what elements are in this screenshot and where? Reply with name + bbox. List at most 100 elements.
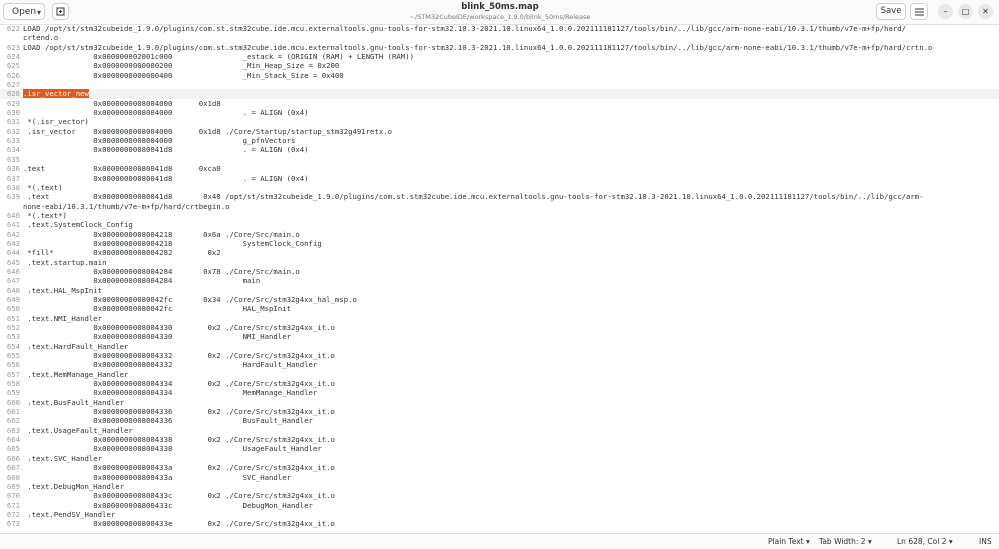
code-line[interactable]: 629 0x0000000008004000 0x1d8 bbox=[0, 99, 999, 108]
code-line[interactable]: 662 0x0000000008004336 BusFault_Handler bbox=[0, 416, 999, 425]
line-number: 659 bbox=[6, 388, 20, 398]
insert-mode[interactable]: INS bbox=[979, 536, 992, 547]
line-text: 0x0000000008004284 0x78 ./Core/Src/main.… bbox=[23, 266, 300, 276]
line-text: 0x0000000008004218 SystemClock_Config bbox=[23, 238, 322, 248]
code-line[interactable]: 664 0x0000000008004338 0x2 ./Core/Src/st… bbox=[0, 435, 999, 444]
line-number: 636 bbox=[6, 164, 20, 174]
code-line[interactable]: 622 LOAD /opt/st/stm32cubeide_1.9.0/plugi… bbox=[0, 24, 999, 33]
line-number: 658 bbox=[6, 379, 20, 389]
code-line[interactable]: 642 0x0000000008004218 0x6a ./Core/Src/m… bbox=[0, 230, 999, 239]
code-line[interactable]: 623 LOAD /opt/st/stm32cubeide_1.9.0/plugi… bbox=[0, 43, 999, 52]
code-line[interactable]: 630 0x0000000008004000 . = ALIGN (0x4) bbox=[0, 108, 999, 117]
code-line[interactable]: crtend.o bbox=[0, 33, 999, 42]
maximize-button[interactable]: □ bbox=[958, 4, 973, 19]
code-line[interactable]: 671 0x000000000800433c DebugMon_Handler bbox=[0, 501, 999, 510]
close-button[interactable]: ✕ bbox=[978, 4, 993, 19]
line-number: 630 bbox=[6, 108, 20, 118]
code-line[interactable]: 665 0x0000000008004338 UsageFault_Handle… bbox=[0, 444, 999, 453]
code-line[interactable]: 656 0x0000000008004332 HardFault_Handler bbox=[0, 360, 999, 369]
line-text: .text.SVC_Handler bbox=[23, 453, 103, 463]
line-number: 653 bbox=[6, 332, 20, 342]
line-number: 643 bbox=[6, 238, 20, 248]
line-number: 672 bbox=[6, 509, 20, 519]
language-selector[interactable]: Plain Text ▾ bbox=[768, 536, 810, 547]
line-text: 0x000000000800433e 0x2 ./Core/Src/stm32g… bbox=[23, 519, 335, 529]
code-line[interactable]: 663 .text.UsageFault_Handler bbox=[0, 426, 999, 435]
code-line[interactable]: 653 0x0000000008004330 NMI_Handler bbox=[0, 332, 999, 341]
code-line[interactable]: 628 .isr_vector_new bbox=[0, 89, 999, 99]
line-text: 0x0000000008004330 NMI_Handler bbox=[23, 332, 291, 342]
line-number: 637 bbox=[6, 173, 20, 183]
code-line[interactable]: 641 .text.SystemClock_Config bbox=[0, 220, 999, 229]
line-text: .text.MemManage_Handler bbox=[23, 369, 129, 379]
minimize-button[interactable]: – bbox=[938, 4, 953, 19]
line-text: 0x0000000008004000 0x1d8 bbox=[23, 98, 221, 108]
code-line[interactable]: none-eabi/10.3.1/thumb/v7e-m+fp/hard/crt… bbox=[0, 202, 999, 211]
code-line[interactable]: 636 .text 0x00000000080041d8 0xca0 bbox=[0, 164, 999, 173]
code-line[interactable]: 635 bbox=[0, 155, 999, 164]
line-text: .text.HardFault_Handler bbox=[23, 341, 129, 351]
line-number: 652 bbox=[6, 323, 20, 332]
status-bar: Plain Text ▾ Tab Width: 2 ▾ Ln 628, Col … bbox=[0, 533, 999, 549]
code-line[interactable]: 672 .text.PendSV_Handler bbox=[0, 510, 999, 519]
code-line[interactable]: 655 0x0000000008004332 0x2 ./Core/Src/st… bbox=[0, 351, 999, 360]
code-line[interactable]: 646 0x0000000008004284 0x78 ./Core/Src/m… bbox=[0, 267, 999, 276]
line-text: *(.text*) bbox=[23, 210, 67, 220]
selected-text[interactable]: .isr_vector_new bbox=[23, 89, 89, 99]
code-line[interactable]: 667 0x000000000800433a 0x2 ./Core/Src/st… bbox=[0, 463, 999, 472]
new-tab-button[interactable] bbox=[52, 3, 69, 20]
code-line[interactable]: 638 *(.text) bbox=[0, 183, 999, 192]
code-line[interactable]: 661 0x0000000008004336 0x2 ./Core/Src/st… bbox=[0, 407, 999, 416]
code-line[interactable]: 660 .text.BusFault_Handler bbox=[0, 398, 999, 407]
code-line[interactable]: 650 0x00000000080042fc HAL_MspInit bbox=[0, 304, 999, 313]
code-line[interactable]: 644 *fill* 0x0000000008004282 0x2 bbox=[0, 248, 999, 257]
code-line[interactable]: 634 0x00000000080041d8 . = ALIGN (0x4) bbox=[0, 145, 999, 154]
line-number: 640 bbox=[6, 210, 20, 220]
code-line[interactable]: 668 0x000000000800433a SVC_Handler bbox=[0, 473, 999, 482]
code-line[interactable]: 658 0x0000000008004334 0x2 ./Core/Src/st… bbox=[0, 379, 999, 388]
window-title: blink_50ms.map ~/STM32CubeIDE/workspace_… bbox=[300, 2, 700, 22]
code-line[interactable]: 647 0x0000000008004284 main bbox=[0, 276, 999, 285]
save-button[interactable]: Save bbox=[876, 3, 906, 20]
line-text: 0x0000000008004338 0x2 ./Core/Src/stm32g… bbox=[23, 435, 335, 445]
code-line[interactable]: 651 .text.NMI_Handler bbox=[0, 314, 999, 323]
code-line[interactable]: 626 0x0000000000000400 _Min_Stack_Size =… bbox=[0, 71, 999, 80]
text-editor[interactable]: 622 LOAD /opt/st/stm32cubeide_1.9.0/plugi… bbox=[0, 24, 999, 533]
code-line[interactable]: 673 0x000000000800433e 0x2 ./Core/Src/st… bbox=[0, 519, 999, 528]
code-line[interactable]: 670 0x000000000800433c 0x2 ./Core/Src/st… bbox=[0, 491, 999, 500]
new-tab-icon bbox=[56, 7, 65, 16]
cursor-position-label: Ln 628, Col 2 bbox=[897, 537, 947, 546]
code-line[interactable]: 639 .text 0x00000000080041d8 0x40 /opt/s… bbox=[0, 192, 999, 201]
code-line[interactable]: 624 0x000000002001c000 _estack = (ORIGIN… bbox=[0, 52, 999, 61]
code-line[interactable]: 659 0x0000000008004334 MemManage_Handler bbox=[0, 388, 999, 397]
line-number: 648 bbox=[6, 285, 20, 295]
code-line[interactable]: 649 0x00000000080042fc 0x34 ./Core/Src/s… bbox=[0, 295, 999, 304]
code-line[interactable]: 657 .text.MemManage_Handler bbox=[0, 370, 999, 379]
code-line[interactable]: 632 .isr_vector 0x0000000008004000 0x1d8… bbox=[0, 127, 999, 136]
code-line[interactable]: 666 .text.SVC_Handler bbox=[0, 454, 999, 463]
code-line[interactable]: 633 0x0000000008004000 g_pfnVectors bbox=[0, 136, 999, 145]
code-line[interactable]: 648 .text.HAL_MspInit bbox=[0, 286, 999, 295]
line-number: 651 bbox=[6, 313, 20, 323]
code-line[interactable]: 640 *(.text*) bbox=[0, 211, 999, 220]
code-line[interactable]: 631 *(.isr_vector) bbox=[0, 117, 999, 126]
code-line[interactable]: 643 0x0000000008004218 SystemClock_Confi… bbox=[0, 239, 999, 248]
minimize-icon: – bbox=[943, 7, 948, 16]
main-menu-button[interactable] bbox=[910, 3, 928, 20]
line-text: 0x0000000008004334 MemManage_Handler bbox=[23, 388, 318, 398]
tab-width-selector[interactable]: Tab Width: 2 ▾ bbox=[819, 536, 872, 547]
line-text: .text 0x00000000080041d8 0x40 /opt/st/st… bbox=[23, 192, 924, 202]
line-number: 647 bbox=[6, 276, 20, 286]
code-line[interactable]: 625 0x0000000000000200 _Min_Heap_Size = … bbox=[0, 61, 999, 70]
code-line[interactable]: 654 .text.HardFault_Handler bbox=[0, 342, 999, 351]
code-line[interactable]: 627 bbox=[0, 80, 999, 89]
code-line[interactable]: 645 .text.startup.main bbox=[0, 258, 999, 267]
line-text: 0x0000000008004332 HardFault_Handler bbox=[23, 360, 318, 370]
code-line[interactable]: 669 .text.DebugMon_Handler bbox=[0, 482, 999, 491]
code-line[interactable]: 637 0x00000000080041d8 . = ALIGN (0x4) bbox=[0, 174, 999, 183]
code-line[interactable]: 652 0x0000000008004330 0x2 ./Core/Src/st… bbox=[0, 323, 999, 332]
open-button[interactable]: Open ▾ bbox=[3, 3, 45, 20]
cursor-position[interactable]: Ln 628, Col 2 ▾ bbox=[897, 536, 953, 547]
chevron-down-icon: ▾ bbox=[867, 537, 872, 546]
line-text: .text.SystemClock_Config bbox=[23, 220, 133, 230]
